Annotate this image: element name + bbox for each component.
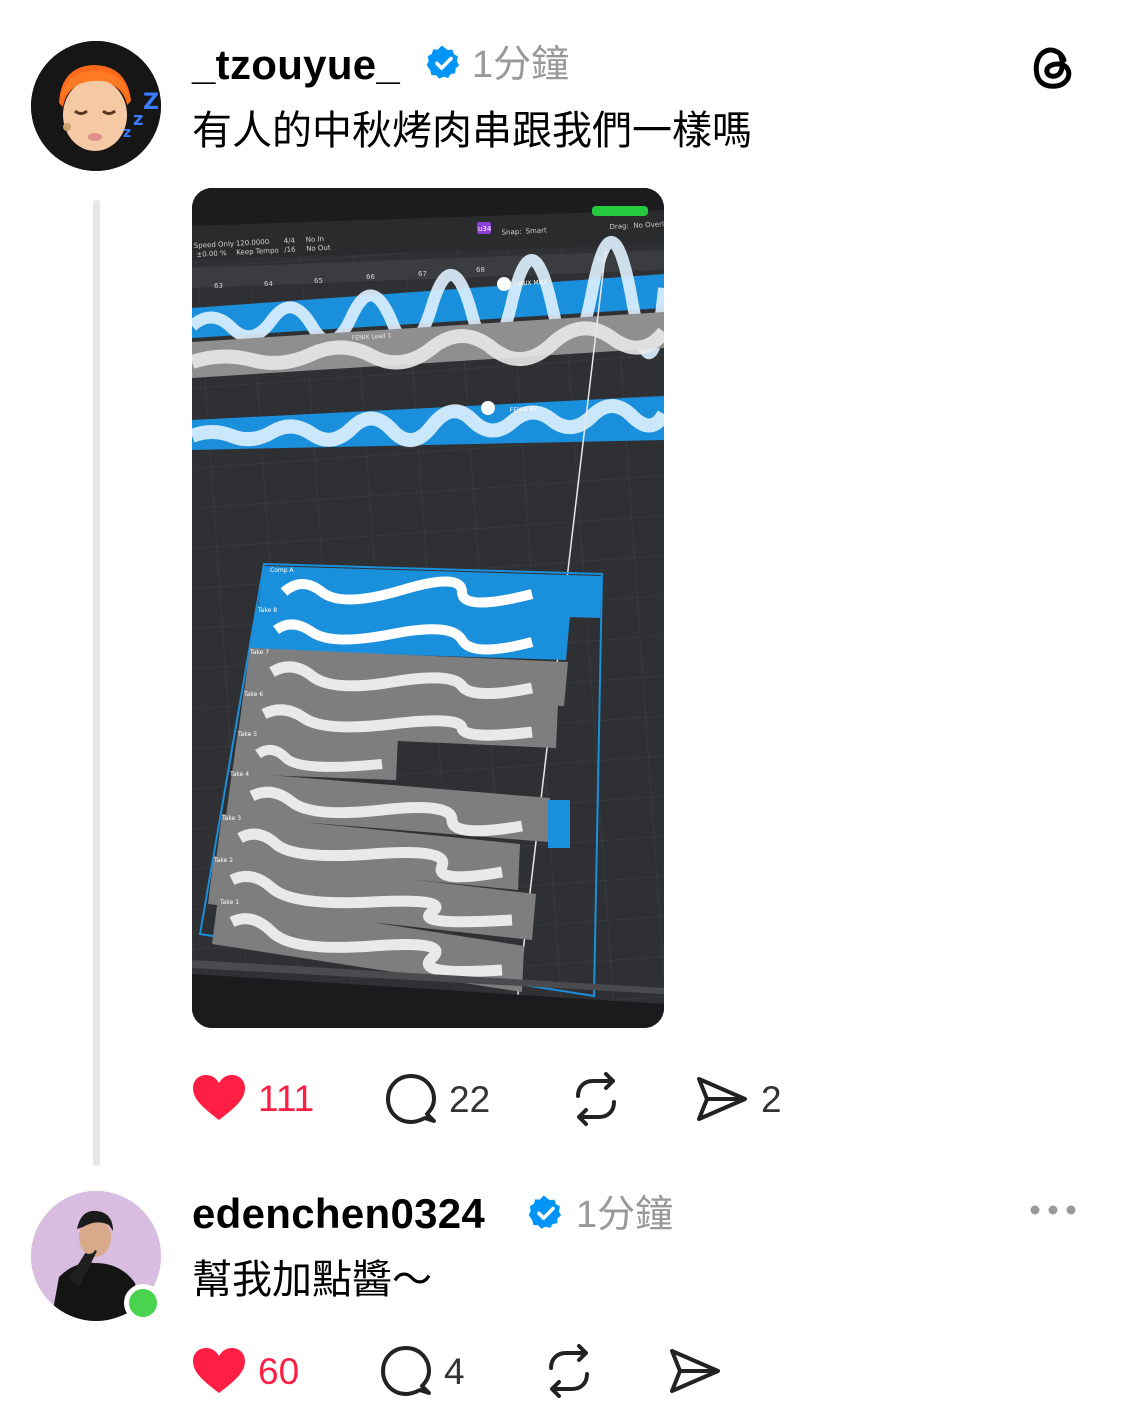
- comment-icon: [381, 1346, 431, 1396]
- svg-text:Z: Z: [143, 90, 159, 115]
- heart-icon: [193, 1075, 245, 1120]
- toolbar-signature: 4/4: [284, 237, 296, 246]
- like-button[interactable]: 111: [192, 1074, 314, 1122]
- post-text: 有人的中秋烤肉串跟我們一樣嗎: [192, 108, 752, 154]
- comment-button[interactable]: 4: [380, 1345, 465, 1397]
- toolbar-snap-value: Smart: [525, 226, 547, 235]
- svg-text:Take 8: Take 8: [257, 607, 277, 614]
- svg-text:z: z: [123, 125, 131, 141]
- toolbar-drag-label: Drag:: [609, 222, 629, 231]
- toolbar-offset: ±0.00 %: [196, 249, 227, 259]
- toolbar-in: No In: [306, 235, 325, 244]
- toolbar-snap-label: Snap:: [501, 228, 521, 237]
- share-icon: [697, 1077, 747, 1121]
- svg-text:Take 4: Take 4: [229, 771, 249, 778]
- avatar[interactable]: z z Z: [31, 41, 161, 171]
- share-icon: [670, 1349, 720, 1393]
- share-button[interactable]: 2: [695, 1074, 782, 1124]
- svg-text:Take 3: Take 3: [221, 815, 241, 822]
- like-count: 111: [258, 1077, 315, 1119]
- username[interactable]: _tzouyue_: [192, 44, 400, 86]
- post-time: 1分鐘: [472, 44, 570, 86]
- svg-text:Take 7: Take 7: [249, 649, 269, 656]
- share-button[interactable]: [668, 1346, 722, 1396]
- svg-text:Take 2: Take 2: [213, 857, 233, 864]
- more-icon[interactable]: [1028, 1200, 1078, 1220]
- repost-icon: [549, 1344, 589, 1398]
- fade-handle: [497, 277, 511, 291]
- comment-count: 22: [449, 1078, 491, 1120]
- svg-text:64: 64: [264, 280, 273, 288]
- threads-logo[interactable]: [1026, 40, 1080, 94]
- daw-screenshot-image: u34 Speed Only 120.0000 4/4 No In ±0.00 …: [192, 188, 664, 1028]
- verified-icon: [426, 45, 459, 79]
- svg-text:z: z: [133, 109, 143, 130]
- thread-line: [93, 200, 100, 1166]
- svg-text:65: 65: [314, 277, 323, 285]
- verified-icon: [528, 1195, 561, 1229]
- svg-text:Take 1: Take 1: [219, 899, 239, 906]
- comment-icon: [386, 1074, 436, 1124]
- repost-button[interactable]: [542, 1344, 596, 1398]
- fade-handle: [481, 401, 495, 415]
- comment-count: 4: [444, 1350, 465, 1392]
- toolbar-out: No Out: [306, 244, 331, 253]
- reply-text: 幫我加點醬～: [192, 1257, 432, 1303]
- svg-text:63: 63: [214, 282, 223, 290]
- repost-button[interactable]: [569, 1072, 623, 1126]
- reply-time: 1分鐘: [576, 1194, 674, 1236]
- online-status-dot: [124, 1284, 162, 1322]
- svg-text:Take 6: Take 6: [243, 691, 263, 698]
- memoji-sleeping-icon: z z Z: [31, 41, 161, 171]
- post-image[interactable]: u34 Speed Only 120.0000 4/4 No In ±0.00 …: [192, 188, 664, 1028]
- repost-icon: [576, 1072, 616, 1126]
- toolbar-drag-value: No Overl: [633, 220, 664, 230]
- toolbar-badge: u34: [478, 225, 492, 233]
- username[interactable]: edenchen0324: [192, 1193, 485, 1235]
- svg-text:66: 66: [366, 273, 375, 281]
- svg-text:67: 67: [418, 270, 427, 278]
- heart-icon: [193, 1348, 245, 1393]
- svg-text:Take 5: Take 5: [237, 731, 257, 738]
- share-count: 2: [761, 1078, 782, 1120]
- svg-text:68: 68: [476, 266, 485, 274]
- like-button[interactable]: 60: [192, 1347, 299, 1395]
- toolbar-division: /16: [284, 246, 296, 255]
- svg-text:Comp A: Comp A: [270, 567, 294, 574]
- like-count: 60: [258, 1350, 300, 1392]
- comment-button[interactable]: 22: [385, 1073, 490, 1125]
